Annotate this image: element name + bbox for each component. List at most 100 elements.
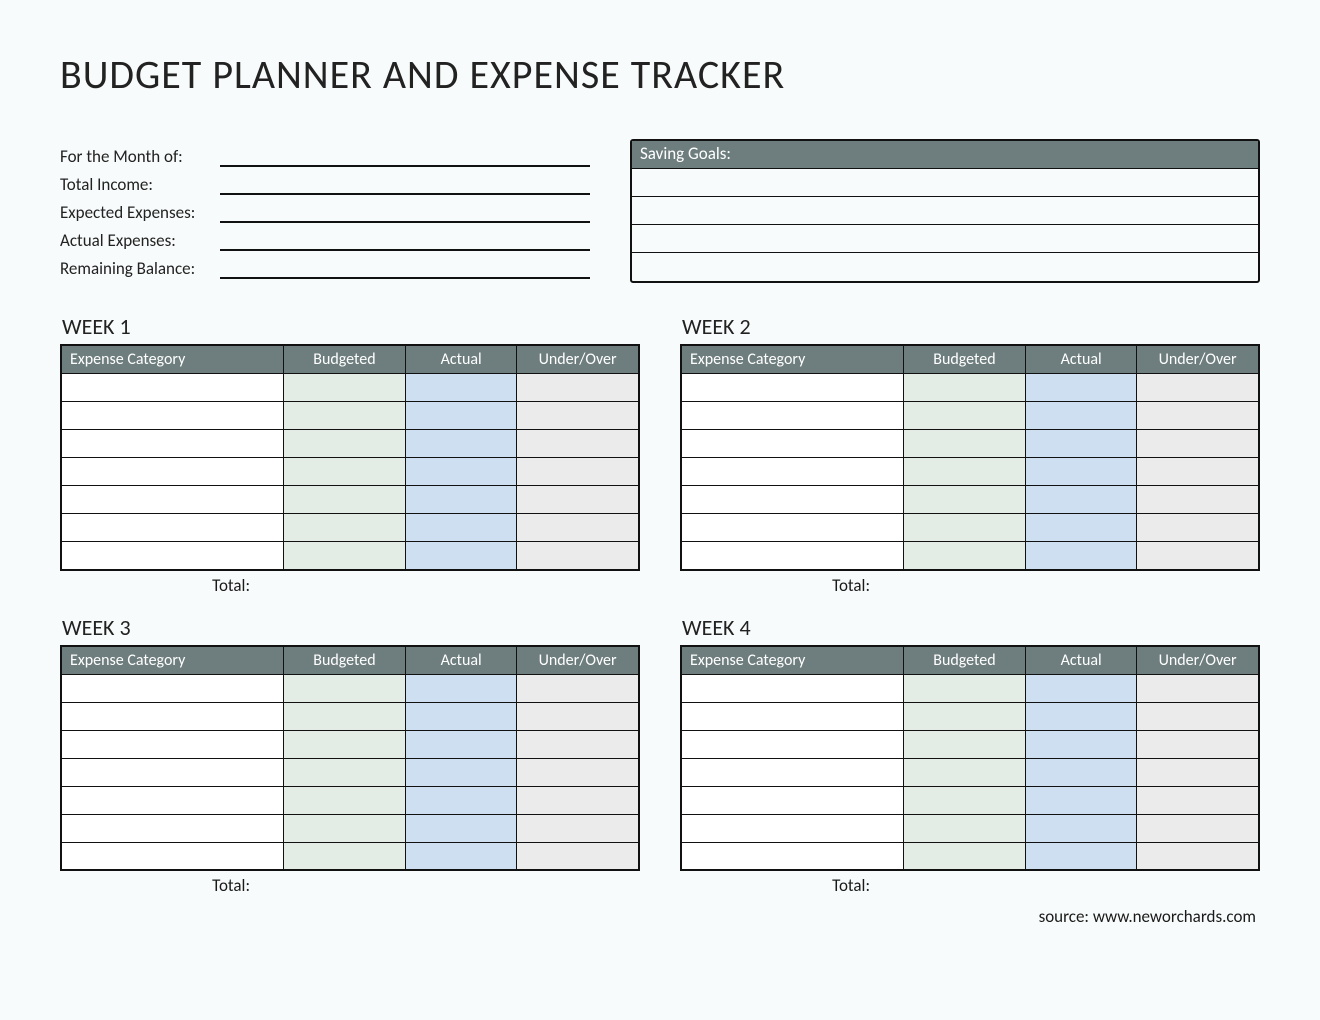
category-input[interactable] [682,703,903,730]
underover-input[interactable] [517,486,638,513]
actual-input[interactable] [1026,402,1136,429]
underover-input[interactable] [1137,703,1258,730]
budgeted-input[interactable] [284,731,405,758]
underover-input[interactable] [517,759,638,786]
actual-input[interactable] [406,703,516,730]
budgeted-input[interactable] [904,843,1025,870]
budgeted-input[interactable] [904,402,1025,429]
actual-input[interactable] [1026,815,1136,842]
budgeted-input[interactable] [904,731,1025,758]
underover-input[interactable] [1137,731,1258,758]
underover-input[interactable] [517,731,638,758]
category-input[interactable] [682,787,903,814]
underover-input[interactable] [1137,430,1258,457]
budgeted-input[interactable] [284,675,405,702]
category-input[interactable] [62,430,283,457]
budgeted-input[interactable] [284,458,405,485]
actual-input[interactable] [406,430,516,457]
budgeted-input[interactable] [904,486,1025,513]
actual-input[interactable] [406,731,516,758]
category-input[interactable] [62,759,283,786]
budgeted-input[interactable] [904,815,1025,842]
actual-input[interactable] [406,759,516,786]
underover-input[interactable] [1137,542,1258,569]
category-input[interactable] [682,759,903,786]
category-input[interactable] [62,731,283,758]
underover-input[interactable] [517,787,638,814]
underover-input[interactable] [517,514,638,541]
underover-input[interactable] [1137,843,1258,870]
budgeted-input[interactable] [284,843,405,870]
category-input[interactable] [62,815,283,842]
expected-input[interactable] [220,199,590,223]
actual-input[interactable] [406,843,516,870]
budgeted-input[interactable] [904,787,1025,814]
category-input[interactable] [62,542,283,569]
budgeted-input[interactable] [904,514,1025,541]
category-input[interactable] [62,374,283,401]
actual-input[interactable] [1026,703,1136,730]
actual-input[interactable] [220,227,590,251]
actual-input[interactable] [1026,458,1136,485]
category-input[interactable] [682,430,903,457]
category-input[interactable] [62,703,283,730]
saving-goal-input[interactable] [632,197,1258,224]
underover-input[interactable] [1137,759,1258,786]
category-input[interactable] [682,542,903,569]
actual-input[interactable] [406,787,516,814]
actual-input[interactable] [1026,542,1136,569]
budgeted-input[interactable] [284,486,405,513]
income-input[interactable] [220,171,590,195]
category-input[interactable] [62,514,283,541]
month-input[interactable] [220,143,590,167]
actual-input[interactable] [1026,514,1136,541]
actual-input[interactable] [406,374,516,401]
actual-input[interactable] [1026,787,1136,814]
actual-input[interactable] [1026,486,1136,513]
budgeted-input[interactable] [904,675,1025,702]
category-input[interactable] [682,815,903,842]
budgeted-input[interactable] [284,374,405,401]
budgeted-input[interactable] [284,402,405,429]
underover-input[interactable] [517,430,638,457]
saving-goal-input[interactable] [632,253,1258,281]
underover-input[interactable] [1137,675,1258,702]
underover-input[interactable] [1137,815,1258,842]
category-input[interactable] [682,402,903,429]
category-input[interactable] [62,675,283,702]
budgeted-input[interactable] [284,787,405,814]
underover-input[interactable] [517,402,638,429]
actual-input[interactable] [406,675,516,702]
underover-input[interactable] [517,675,638,702]
underover-input[interactable] [1137,402,1258,429]
budgeted-input[interactable] [284,542,405,569]
budgeted-input[interactable] [284,759,405,786]
budgeted-input[interactable] [904,374,1025,401]
category-input[interactable] [62,402,283,429]
budgeted-input[interactable] [904,703,1025,730]
category-input[interactable] [682,514,903,541]
category-input[interactable] [682,731,903,758]
underover-input[interactable] [517,374,638,401]
actual-input[interactable] [406,542,516,569]
budgeted-input[interactable] [904,759,1025,786]
actual-input[interactable] [1026,374,1136,401]
underover-input[interactable] [1137,486,1258,513]
actual-input[interactable] [1026,675,1136,702]
budgeted-input[interactable] [284,703,405,730]
category-input[interactable] [62,787,283,814]
underover-input[interactable] [1137,374,1258,401]
budgeted-input[interactable] [904,542,1025,569]
category-input[interactable] [682,675,903,702]
category-input[interactable] [682,374,903,401]
underover-input[interactable] [1137,787,1258,814]
actual-input[interactable] [1026,843,1136,870]
category-input[interactable] [62,486,283,513]
actual-input[interactable] [1026,430,1136,457]
underover-input[interactable] [517,815,638,842]
remaining-input[interactable] [220,255,590,279]
underover-input[interactable] [1137,458,1258,485]
actual-input[interactable] [1026,759,1136,786]
actual-input[interactable] [406,514,516,541]
actual-input[interactable] [406,486,516,513]
